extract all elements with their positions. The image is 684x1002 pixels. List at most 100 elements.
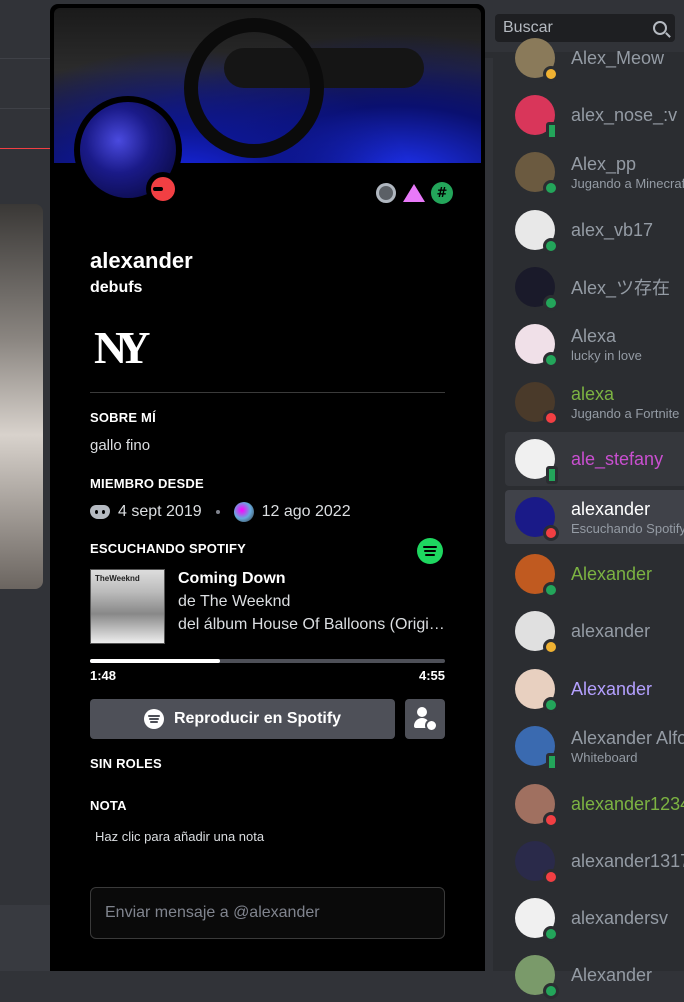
member-row[interactable]: Alex_ツ存在	[505, 260, 684, 314]
dnd-status-icon	[146, 172, 180, 206]
separator-dot	[215, 510, 220, 514]
member-name: alexander1317	[571, 850, 684, 871]
mobile-status-icon	[546, 753, 558, 771]
song-artist[interactable]: de The Weeknd	[178, 593, 290, 611]
member-name: alexa	[571, 383, 615, 404]
banner-steering-wheel	[184, 18, 324, 158]
member-activity: Whiteboard	[571, 749, 638, 765]
online-status-icon	[543, 238, 559, 254]
note-input[interactable]: Haz clic para añadir una nota	[95, 829, 264, 844]
member-avatar[interactable]	[515, 267, 559, 311]
member-avatar[interactable]	[515, 152, 559, 196]
member-activity: Escuchando Spotify	[571, 520, 684, 536]
member-name: Alexander	[571, 964, 653, 985]
member-row[interactable]: alex_vb17	[505, 203, 684, 257]
member-since-row: 4 sept 2019 12 ago 2022	[90, 502, 351, 522]
message-composer[interactable]	[0, 905, 50, 971]
member-avatar[interactable]	[515, 382, 559, 426]
member-text: alexander1234	[571, 794, 684, 815]
member-activity: Jugando a Fortnite	[571, 405, 680, 421]
member-name: alex_nose_:v	[571, 104, 678, 125]
member-avatar[interactable]	[515, 841, 559, 885]
idle-status-icon	[543, 639, 559, 655]
online-status-icon	[543, 295, 559, 311]
member-row[interactable]: Alex_Meow	[505, 31, 684, 85]
song-duration: 4:55	[418, 668, 445, 683]
member-avatar[interactable]	[515, 955, 559, 999]
member-text: alexander	[571, 621, 650, 642]
member-avatar[interactable]	[515, 669, 559, 713]
member-activity: Jugando a Minecraft	[571, 175, 684, 191]
member-avatar[interactable]	[515, 784, 559, 828]
spotify-icon	[143, 709, 164, 729]
member-row[interactable]: alexander1317	[505, 834, 684, 888]
song-elapsed: 1:48	[90, 668, 117, 683]
member-text: Alexander	[571, 679, 652, 700]
member-text: ale_stefany	[571, 449, 663, 470]
member-row[interactable]: alexander Escuchando Spotify	[505, 490, 684, 544]
nitro-icon[interactable]	[375, 182, 397, 204]
member-row[interactable]: Alexander	[505, 948, 684, 1002]
message-placeholder: Enviar mensaje a @alexander	[105, 904, 320, 921]
member-row[interactable]: alexander	[505, 604, 684, 658]
member-text: Alexander AlfonsoWhiteboard	[571, 728, 684, 765]
member-row[interactable]: Alex_pp Jugando a Minecraft	[505, 145, 684, 199]
member-name: alexander	[571, 498, 651, 519]
member-text: alex_vb17	[571, 220, 653, 241]
member-row[interactable]: alexander1234	[505, 777, 684, 831]
member-row[interactable]: Alexander	[505, 662, 684, 716]
member-row[interactable]: ale_stefany	[505, 432, 684, 486]
member-avatar[interactable]	[515, 38, 559, 82]
listen-along-button[interactable]	[405, 699, 445, 739]
divider	[485, 58, 493, 971]
idle-status-icon	[543, 66, 559, 82]
online-status-icon	[543, 697, 559, 713]
online-status-icon	[543, 582, 559, 598]
member-row[interactable]: Alexander	[505, 547, 684, 601]
member-name: alex_vb17	[571, 219, 654, 240]
hashtag-icon[interactable]: #	[431, 182, 453, 204]
profile-popout: # alexander debufs NY SOBRE MÍ gallo fin…	[50, 4, 485, 971]
dnd-status-icon	[543, 410, 559, 426]
spotify-icon[interactable]	[417, 538, 443, 564]
listening-title: ESCUCHANDO SPOTIFY	[90, 541, 247, 556]
member-row[interactable]: alex_nose_:v	[505, 88, 684, 142]
play-on-spotify-button[interactable]: Reproducir en Spotify	[90, 699, 395, 739]
member-row[interactable]: Alexander AlfonsoWhiteboard	[505, 719, 684, 773]
member-name: alexander	[571, 620, 651, 641]
member-row[interactable]: alexa Jugando a Fortnite	[505, 375, 684, 429]
member-avatar[interactable]	[515, 439, 558, 484]
member-text: alexander Escuchando Spotify	[571, 499, 684, 536]
member-avatar[interactable]	[515, 554, 559, 598]
boost-icon[interactable]	[403, 182, 425, 204]
member-avatar[interactable]	[515, 898, 559, 942]
member-avatar[interactable]	[515, 726, 558, 771]
member-avatar[interactable]	[515, 324, 559, 368]
member-row[interactable]: Alexa lucky in love	[505, 317, 684, 371]
message-input[interactable]: Enviar mensaje a @alexander	[90, 887, 445, 939]
online-status-icon	[543, 352, 559, 368]
online-status-icon	[543, 180, 559, 196]
member-name: Alexa	[571, 325, 617, 346]
profile-username[interactable]: debufs	[90, 279, 142, 297]
server-icon	[233, 502, 254, 522]
member-avatar[interactable]	[515, 611, 559, 655]
album-art[interactable]: TheWeeknd	[90, 569, 165, 644]
message-image[interactable]	[0, 204, 43, 589]
discord-icon	[90, 505, 110, 519]
member-avatar[interactable]	[515, 497, 559, 541]
member-row[interactable]: alexandersv	[505, 891, 684, 945]
note-title: NOTA	[90, 798, 127, 813]
member-text: alexa Jugando a Fortnite	[571, 384, 679, 421]
song-album[interactable]: del álbum House Of Balloons (Original)	[178, 616, 446, 634]
member-name: Alex_pp	[571, 153, 637, 174]
divider	[0, 58, 50, 59]
song-title[interactable]: Coming Down	[178, 570, 286, 588]
new-messages-divider	[0, 148, 50, 149]
member-avatar[interactable]	[515, 210, 559, 254]
member-name: Alex_ツ存在	[571, 278, 671, 298]
member-avatar[interactable]	[515, 95, 558, 140]
member-name: Alexander Alfonso	[571, 727, 684, 748]
member-name: alexandersv	[571, 907, 669, 928]
server-join-date: 12 ago 2022	[261, 503, 351, 520]
